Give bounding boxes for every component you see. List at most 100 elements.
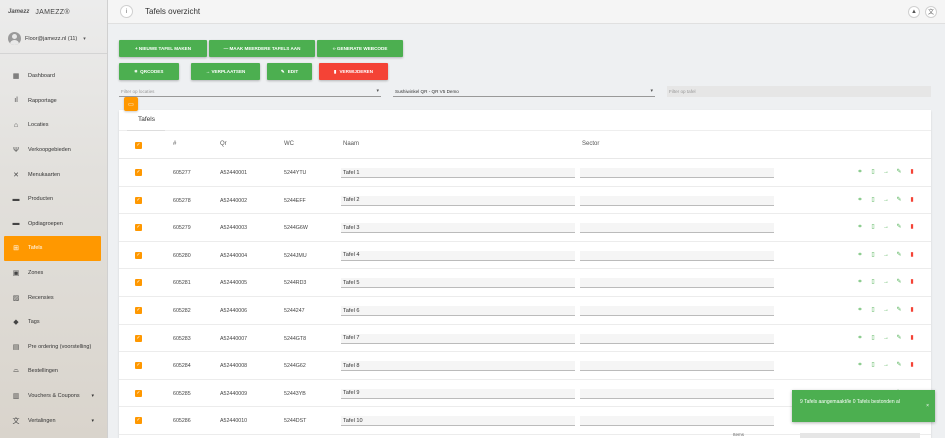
move-button[interactable]: → VERPLAATSEN bbox=[191, 63, 260, 80]
qrcode-icon[interactable]: ⌗ bbox=[857, 252, 863, 259]
info-button[interactable]: i bbox=[120, 5, 133, 18]
sector-input[interactable] bbox=[580, 195, 774, 206]
sidebar-item-rapportage[interactable]: ıl Rapportage bbox=[0, 89, 108, 114]
sector-input[interactable] bbox=[580, 361, 774, 372]
row-checkbox[interactable]: ✓ bbox=[135, 334, 142, 342]
row-checkbox[interactable]: ✓ bbox=[135, 224, 142, 232]
qrcode-icon[interactable]: ⌗ bbox=[857, 224, 863, 231]
sector-input[interactable] bbox=[580, 250, 774, 261]
qrcodes-button[interactable]: ⌗ QRCODES bbox=[119, 63, 179, 80]
arrow-right-icon[interactable]: → bbox=[883, 169, 889, 176]
qrcode-icon[interactable]: ⌗ bbox=[857, 197, 863, 204]
name-input[interactable]: Tafel 2 bbox=[341, 195, 575, 206]
trash-icon[interactable]: ▮ bbox=[909, 197, 915, 204]
sector-input[interactable] bbox=[580, 388, 774, 399]
qrcode-icon[interactable]: ⌗ bbox=[857, 279, 863, 286]
pencil-icon[interactable]: ✎ bbox=[896, 362, 902, 369]
mobile-icon[interactable]: ▯ bbox=[870, 252, 876, 259]
table-filter-input[interactable]: Filter op tafel bbox=[667, 86, 931, 97]
row-checkbox[interactable]: ✓ bbox=[135, 169, 142, 176]
qrcode-icon[interactable]: ⌗ bbox=[857, 307, 863, 314]
arrow-right-icon[interactable]: → bbox=[883, 252, 889, 259]
select-all-checkbox[interactable]: ✓ bbox=[135, 142, 142, 149]
translate-icon[interactable]: 文 bbox=[925, 5, 937, 18]
row-checkbox[interactable]: ✓ bbox=[135, 196, 142, 204]
row-checkbox[interactable]: ✓ bbox=[135, 251, 142, 259]
sidebar-item-tags[interactable]: ◆ Tags bbox=[0, 310, 108, 335]
arrow-right-icon[interactable]: → bbox=[883, 197, 889, 204]
arrow-right-icon[interactable]: → bbox=[883, 279, 889, 286]
pencil-icon[interactable]: ✎ bbox=[896, 169, 902, 176]
arrow-right-icon[interactable]: → bbox=[883, 307, 889, 314]
trash-icon[interactable]: ▮ bbox=[909, 335, 915, 342]
qrcode-icon[interactable]: ⌗ bbox=[857, 169, 863, 176]
mobile-icon[interactable]: ▯ bbox=[870, 335, 876, 342]
mobile-icon[interactable]: ▯ bbox=[870, 224, 876, 231]
sidebar-item-dashboard[interactable]: ▦ Dashboard bbox=[0, 64, 108, 89]
sidebar-item-menukaarten[interactable]: ✕ Menukaarten bbox=[0, 162, 108, 187]
trash-icon[interactable]: ▮ bbox=[909, 252, 915, 259]
pencil-icon[interactable]: ✎ bbox=[896, 307, 902, 314]
trash-icon[interactable]: ▮ bbox=[909, 224, 915, 231]
qrcode-icon[interactable]: ⌗ bbox=[857, 362, 863, 369]
new-table-button[interactable]: + NIEUWE TAFEL MAKEN bbox=[119, 40, 207, 57]
pencil-icon[interactable]: ✎ bbox=[896, 197, 902, 204]
sidebar-item-locaties[interactable]: ⌂ Locaties bbox=[0, 113, 108, 138]
location-filter[interactable]: Filter op locaties ▾ bbox=[119, 86, 381, 97]
qrcode-icon[interactable]: ⌗ bbox=[857, 335, 863, 342]
trash-icon[interactable]: ▮ bbox=[909, 279, 915, 286]
trash-icon[interactable]: ▮ bbox=[909, 307, 915, 314]
delete-button[interactable]: ▮ VERWIJDEREN bbox=[319, 63, 388, 80]
name-input[interactable]: Tafel 8 bbox=[341, 361, 575, 372]
sidebar-item-vouchers[interactable]: ▥ Vouchers & Coupons ▾ bbox=[0, 384, 108, 409]
trash-icon[interactable]: ▮ bbox=[909, 169, 915, 176]
name-input[interactable]: Tafel 9 bbox=[341, 388, 575, 399]
sidebar-item-opdiagroepen[interactable]: ▬ Opdiagroepen bbox=[0, 212, 108, 237]
sidebar-item-producten[interactable]: ▬ Producten bbox=[0, 187, 108, 212]
sector-input[interactable] bbox=[580, 306, 774, 316]
sidebar-item-bestellingen[interactable]: ⌓ Bestellingen bbox=[0, 359, 108, 384]
name-input[interactable]: Tafel 3 bbox=[341, 223, 575, 234]
name-input[interactable]: Tafel 7 bbox=[341, 333, 575, 344]
generate-webcode-button[interactable]: ‹› GENERATE WEBCODE bbox=[317, 40, 403, 57]
arrow-right-icon[interactable]: → bbox=[883, 362, 889, 369]
sector-input[interactable] bbox=[580, 168, 774, 178]
row-checkbox[interactable]: ✓ bbox=[135, 417, 142, 425]
mobile-icon[interactable]: ▯ bbox=[870, 169, 876, 176]
sector-input[interactable] bbox=[580, 223, 774, 234]
row-checkbox[interactable]: ✓ bbox=[135, 279, 142, 287]
sidebar-item-zones[interactable]: ▣ Zones bbox=[0, 261, 108, 286]
menu-filter[interactable]: Sushiwinkel QR - QR V5 Demo ▾ bbox=[393, 86, 655, 97]
pencil-icon[interactable]: ✎ bbox=[896, 224, 902, 231]
sector-input[interactable] bbox=[580, 278, 774, 289]
pencil-icon[interactable]: ✎ bbox=[896, 335, 902, 342]
name-input[interactable]: Tafel 4 bbox=[341, 250, 575, 261]
create-multiple-tables-button[interactable]: — MAAK MEERDERE TAFELS AAN bbox=[209, 40, 315, 57]
sidebar-item-tafels[interactable]: ⊞ Tafels bbox=[4, 236, 101, 261]
lock-icon[interactable]: ▲ bbox=[908, 5, 920, 18]
name-input[interactable]: Tafel 1 bbox=[341, 168, 575, 178]
arrow-right-icon[interactable]: → bbox=[883, 335, 889, 342]
mobile-icon[interactable]: ▯ bbox=[870, 307, 876, 314]
edit-button[interactable]: ✎ EDIT bbox=[267, 63, 312, 80]
name-input[interactable]: Tafel 6 bbox=[341, 306, 575, 316]
arrow-right-icon[interactable]: → bbox=[883, 224, 889, 231]
row-checkbox[interactable]: ✓ bbox=[135, 362, 142, 370]
name-input[interactable]: Tafel 10 bbox=[341, 416, 575, 427]
trash-icon[interactable]: ▮ bbox=[909, 362, 915, 369]
items-per-page-select[interactable] bbox=[800, 433, 920, 438]
mobile-icon[interactable]: ▯ bbox=[870, 279, 876, 286]
row-checkbox[interactable]: ✓ bbox=[135, 389, 142, 397]
sidebar-item-recensies[interactable]: ▨ Recensies bbox=[0, 285, 108, 310]
sidebar-item-verkoopgebieden[interactable]: Ψ Verkoopgebieden bbox=[0, 138, 108, 163]
close-icon[interactable]: × bbox=[926, 402, 929, 410]
sidebar-item-vertalingen[interactable]: 文 Vertalingen ▾ bbox=[0, 408, 108, 433]
mobile-icon[interactable]: ▯ bbox=[870, 197, 876, 204]
row-checkbox[interactable]: ✓ bbox=[135, 307, 142, 314]
sector-input[interactable] bbox=[580, 416, 774, 427]
pencil-icon[interactable]: ✎ bbox=[896, 279, 902, 286]
name-input[interactable]: Tafel 5 bbox=[341, 278, 575, 289]
mobile-icon[interactable]: ▯ bbox=[870, 362, 876, 369]
sector-input[interactable] bbox=[580, 333, 774, 344]
user-menu[interactable]: Floor@jamezz.nl (11) ▾ bbox=[0, 24, 107, 54]
